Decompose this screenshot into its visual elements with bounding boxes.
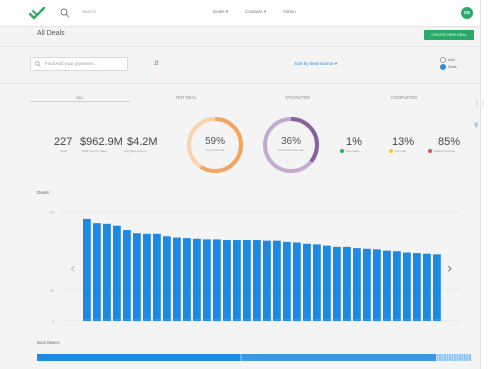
deal-owner-label: Deal Owner: [37,340,61,345]
chart-bar[interactable] [293,242,301,321]
chart-bar[interactable] [333,246,341,321]
tab-not-deal[interactable]: NOT DEAL [176,95,197,100]
filter-icon[interactable]: ⇵ [154,60,159,67]
chart-bar[interactable] [213,239,221,321]
deals-count-label: deals [60,149,68,153]
chart-bar[interactable] [173,237,181,321]
search-icon[interactable] [60,8,70,18]
chart-bar[interactable] [83,218,91,321]
total-value: $962.9M [80,136,123,148]
create-new-deal-button[interactable]: CREATE NEW DEAL [424,30,474,40]
new-deals-label: New deals [340,149,360,154]
chart-bar[interactable] [223,240,231,321]
chart-bar[interactable] [183,238,191,321]
chart-bar[interactable] [273,240,281,321]
sort-by-dropdown[interactable]: Sort by deal source ▾ [294,61,337,67]
page-title: All Deals [37,30,65,37]
search-icon [35,61,41,67]
on-track-label: On track [389,149,406,154]
deals-chart-title: Deals: [37,190,51,195]
deal-owner-segment[interactable] [37,354,241,361]
top-navbar: Search Deals ▾ Contacts ▾ Admin GE [0,0,480,27]
radio-option-stats[interactable]: Stats [440,64,457,70]
chart-bar[interactable] [193,238,201,321]
handshake-logo-icon[interactable] [29,6,45,20]
filter-bar: Find/Add your pipelines... ⇵ Sort by dea… [0,46,480,84]
nav-deals-menu[interactable]: Deals ▾ [213,9,228,15]
app-page: Search Deals ▾ Contacts ▾ Admin GE All D… [0,0,486,369]
profit-rate-label: Avg profit rate [205,148,225,152]
avg-value: $4.2M [127,136,158,148]
chart-bar[interactable] [113,225,121,321]
chart-bar[interactable] [423,253,431,321]
radio-option-add[interactable]: Add [440,57,455,63]
chart-bar[interactable] [263,240,271,321]
chart-bar[interactable] [93,223,101,321]
radio-label: Stats [448,65,457,69]
chart-bar[interactable] [343,246,351,321]
chart-bar[interactable] [283,241,291,321]
pipeline-search-input[interactable]: Find/Add your pipelines... [30,57,128,71]
chart-bar[interactable] [163,236,171,321]
radio-dot-selected-icon [440,64,446,70]
deal-owner-bar [37,354,471,361]
tab-stagnated[interactable]: STAGNATED [285,95,310,100]
chart-bar[interactable] [353,248,361,321]
search-input[interactable]: Search [82,9,96,14]
chart-bar[interactable] [413,253,421,321]
overdue-percent: 85% [438,136,461,148]
active-tab-indicator [30,101,130,102]
status-dot-icon [428,149,432,154]
chart-bar[interactable] [153,233,161,321]
new-deals-percent: 1% [346,136,362,148]
tab-all[interactable]: ALL [76,95,83,100]
chart-bar[interactable] [323,245,331,321]
close-rate-value: 36% [280,136,301,147]
chart-bar[interactable] [373,249,381,321]
profit-rate-value: 59% [204,136,225,147]
chart-bar[interactable] [233,240,241,321]
chart-bar[interactable] [253,240,261,321]
on-track-percent: 13% [392,136,415,148]
pipeline-search-placeholder: Find/Add your pipelines... [45,61,97,66]
chart-prev-arrow-icon[interactable]: ‹ [70,261,76,277]
chart-bar[interactable] [143,233,151,321]
grid-icon[interactable]: ⋮⋮ [474,100,486,107]
chart-bar[interactable] [303,243,311,321]
chart-bar[interactable] [123,230,131,321]
radio-label: Add [448,58,455,62]
chart-bar[interactable] [313,244,321,321]
overdue-label: Delays/Overdue [428,149,455,154]
chart-bar[interactable] [203,239,211,321]
close-rate-label: Win/Lost close rate [278,148,304,152]
tab-completed[interactable]: COMPLETED [391,95,417,100]
nav-contacts-menu[interactable]: Contacts ▾ [245,9,266,15]
chart-bar[interactable] [363,248,371,321]
nav-admin-link[interactable]: Admin [283,9,296,14]
chart-bar[interactable] [433,254,441,321]
status-dot-icon [340,149,344,154]
deal-owner-segment[interactable] [240,354,437,361]
chart-bar[interactable] [133,233,141,321]
status-dot-icon [389,149,393,154]
chart-bar[interactable] [393,251,401,321]
settings-icon[interactable]: ⚲ [474,122,478,129]
radio-dot-icon [440,57,446,63]
user-avatar[interactable]: GE [461,7,473,19]
chart-bar[interactable] [383,250,391,321]
avg-value-label: Avg deal amount [124,149,147,153]
y-tick-label: 50 [51,288,55,292]
chart-bar[interactable] [103,223,111,321]
chart-next-arrow-icon[interactable]: › [447,261,453,277]
total-value-label: Total current Value [82,149,107,153]
y-tick-label: 175 [49,211,54,215]
chart-bar[interactable] [243,240,251,321]
chart-bar[interactable] [403,252,411,321]
y-tick-label: 0 [52,320,54,324]
deals-count: 227 [54,136,73,148]
deals-bar-chart: 0 50 175 ‹ › [49,211,462,324]
